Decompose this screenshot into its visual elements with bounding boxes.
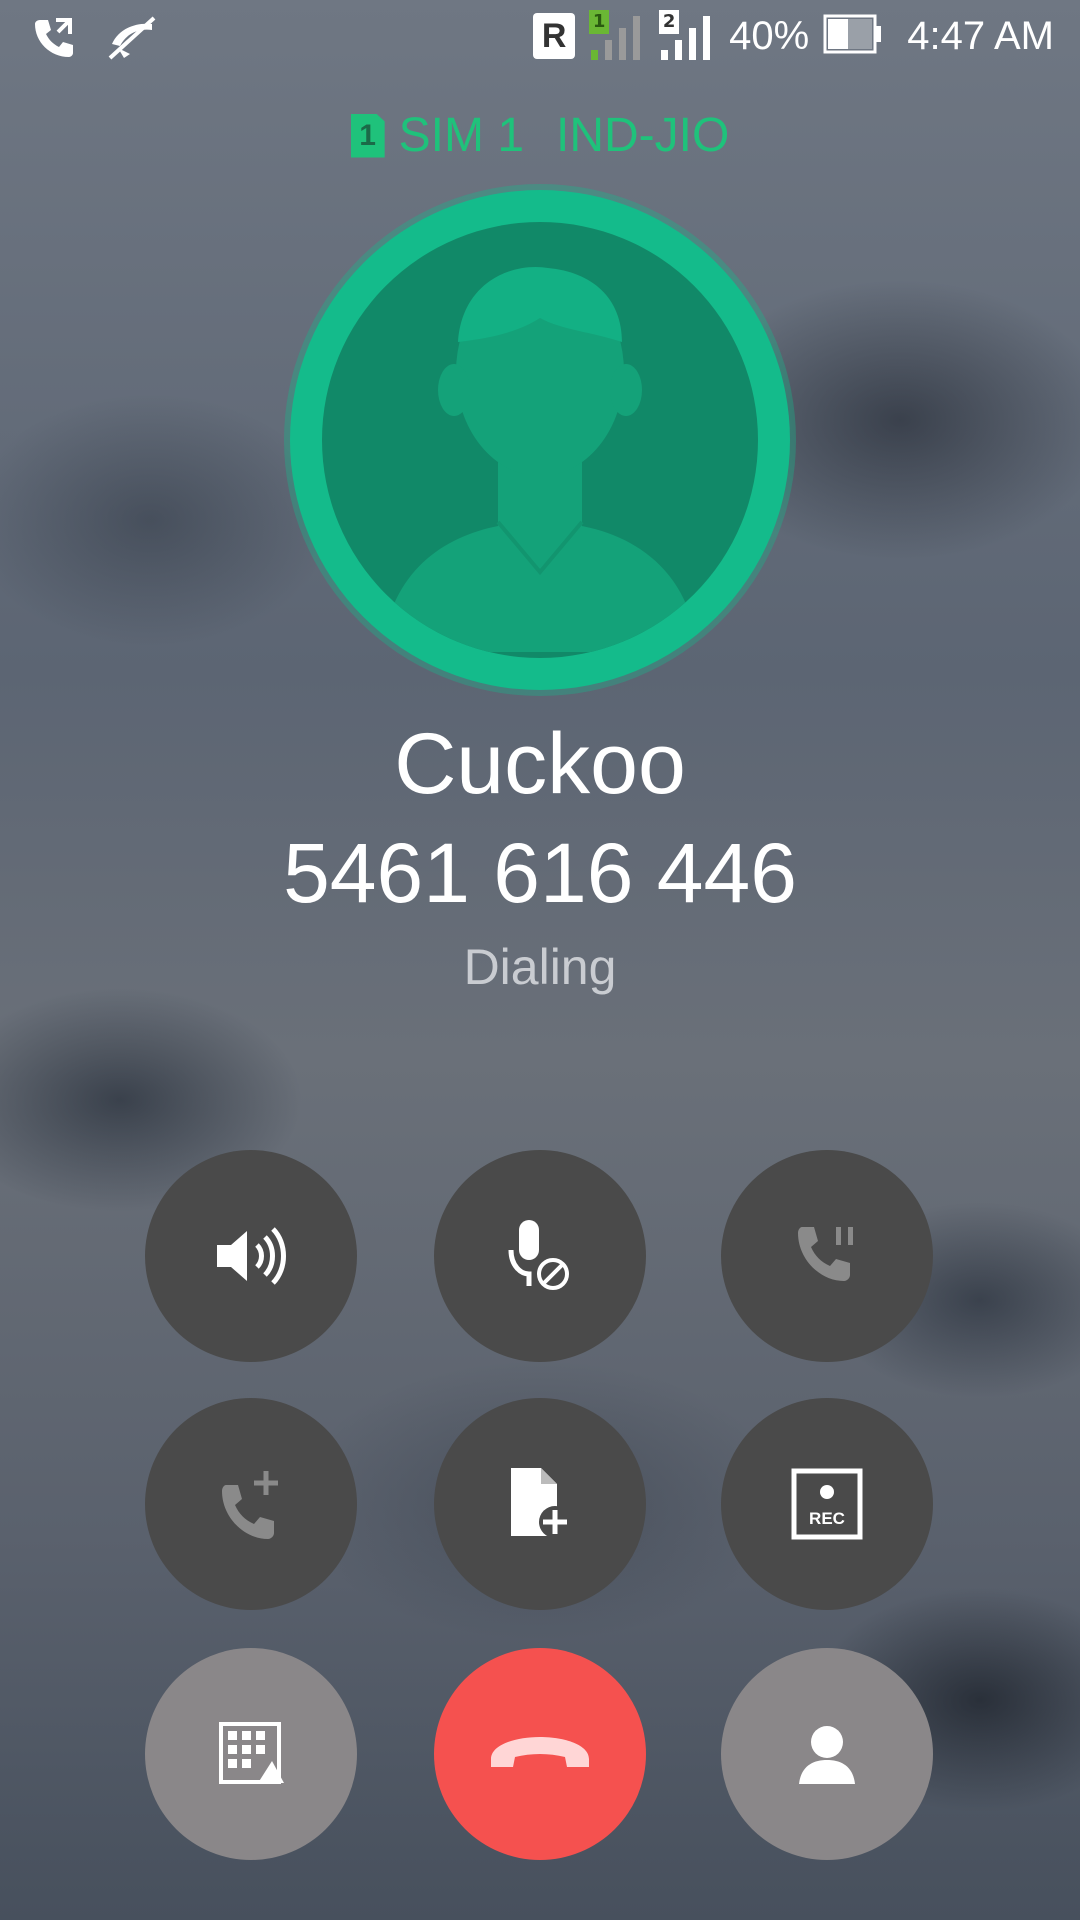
mute-button[interactable]: [434, 1150, 646, 1362]
hold-button[interactable]: [721, 1150, 933, 1362]
signal-sim1-icon: 1: [589, 10, 645, 62]
mute-off-icon: [106, 14, 158, 66]
call-forward-icon: [30, 14, 78, 66]
dialpad-button[interactable]: [145, 1648, 357, 1860]
sim-name: SIM 1: [398, 109, 525, 162]
carrier-name: IND-JIO: [556, 109, 730, 162]
contact-name: Cuckoo: [394, 716, 686, 812]
record-label: REC: [809, 1509, 845, 1528]
note-add-icon: [511, 1468, 571, 1538]
end-call-icon: [491, 1737, 589, 1767]
status-bar: R 1 2 40% 4:47 AM: [0, 0, 1080, 80]
roaming-icon: R: [533, 13, 576, 59]
sim-badge: 1: [350, 113, 385, 158]
speaker-button[interactable]: [145, 1150, 357, 1362]
record-icon: REC: [791, 1468, 863, 1540]
mic-off-icon: [508, 1220, 569, 1290]
battery-icon: [823, 12, 883, 60]
call-status: Dialing: [463, 939, 617, 995]
add-call-icon: [222, 1471, 278, 1539]
add-call-button[interactable]: [145, 1398, 357, 1610]
contacts-button[interactable]: [721, 1648, 933, 1860]
person-silhouette-icon: [382, 266, 698, 652]
dialpad-icon: [219, 1722, 284, 1784]
clock: 4:47 AM: [907, 13, 1054, 58]
contact-avatar: [290, 190, 790, 690]
battery-percent: 40%: [729, 13, 810, 58]
signal-sim2-icon: 2: [659, 10, 715, 62]
speaker-icon: [217, 1227, 286, 1285]
contact-number: 5461 616 446: [283, 826, 797, 920]
add-note-button[interactable]: [434, 1398, 646, 1610]
end-call-button[interactable]: [434, 1648, 646, 1860]
record-button[interactable]: REC: [721, 1398, 933, 1610]
sim-indicator: 1 SIM 1 IND-JIO: [0, 108, 1080, 163]
contact-icon: [799, 1726, 855, 1784]
hold-call-icon: [798, 1227, 853, 1281]
